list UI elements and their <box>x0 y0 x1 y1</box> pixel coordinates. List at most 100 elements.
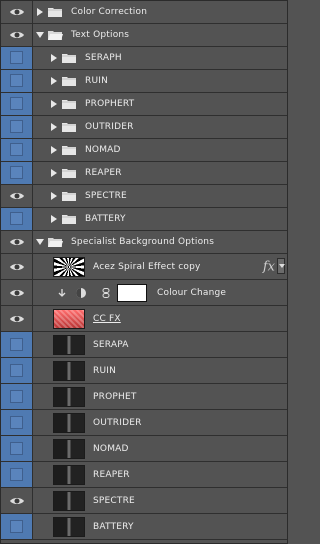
visibility-toggle[interactable] <box>1 1 33 23</box>
layer-thumbnail[interactable] <box>53 491 85 511</box>
collapse-arrow-icon[interactable] <box>35 7 45 17</box>
expand-arrow-icon[interactable] <box>35 30 45 40</box>
visibility-toggle[interactable] <box>1 24 33 46</box>
layer-group-row[interactable]: Specialist Background Options <box>1 231 287 254</box>
layer-name[interactable]: Color Correction <box>71 7 147 17</box>
layer-group-row[interactable]: PROPHERT <box>1 93 287 116</box>
visibility-empty-box[interactable] <box>10 212 23 225</box>
visibility-toggle[interactable] <box>1 306 33 331</box>
layer-row[interactable]: SPECTRE <box>1 488 287 514</box>
visibility-empty-box[interactable] <box>10 415 23 429</box>
visibility-empty-box[interactable] <box>10 441 23 455</box>
eye-icon[interactable] <box>9 7 25 17</box>
collapse-arrow-icon[interactable] <box>49 214 59 224</box>
visibility-toggle[interactable] <box>1 332 33 357</box>
layer-mask-thumbnail[interactable] <box>117 284 147 302</box>
visibility-toggle[interactable] <box>1 514 33 539</box>
layer-group-row[interactable]: SPECTRE <box>1 185 287 208</box>
visibility-empty-box[interactable] <box>10 467 23 481</box>
layer-row[interactable]: NOMAD <box>1 436 287 462</box>
link-icon[interactable] <box>101 287 111 298</box>
layer-group-row[interactable]: Color Correction <box>1 1 287 24</box>
adjustment-layer-row[interactable]: Colour Change <box>1 280 287 306</box>
visibility-toggle[interactable] <box>1 436 33 461</box>
visibility-toggle[interactable] <box>1 462 33 487</box>
eye-icon[interactable] <box>9 262 25 272</box>
layer-name[interactable]: Specialist Background Options <box>71 237 214 247</box>
layer-thumbnail[interactable] <box>53 413 85 433</box>
layer-name[interactable]: BATTERY <box>93 522 134 532</box>
layer-group-row[interactable]: REAPER <box>1 162 287 185</box>
eye-icon[interactable] <box>9 237 25 247</box>
visibility-toggle[interactable] <box>1 384 33 409</box>
collapse-arrow-icon[interactable] <box>49 76 59 86</box>
visibility-empty-box[interactable] <box>10 389 23 403</box>
layer-thumbnail[interactable] <box>53 257 85 277</box>
visibility-empty-box[interactable] <box>10 97 23 110</box>
layer-thumbnail[interactable] <box>53 387 85 407</box>
layer-row[interactable]: Acez Spiral Effect copy fx <box>1 254 287 280</box>
visibility-toggle[interactable] <box>1 185 33 207</box>
layer-name[interactable]: REAPER <box>85 168 122 178</box>
layer-name[interactable]: Acez Spiral Effect copy <box>93 262 201 272</box>
layer-row[interactable]: OUTRIDER <box>1 410 287 436</box>
layer-name[interactable]: SERAPA <box>93 340 129 350</box>
layer-thumbnail[interactable] <box>53 361 85 381</box>
fx-icon[interactable]: fx <box>263 259 275 274</box>
layer-row[interactable]: BATTERY <box>1 514 287 540</box>
layer-name[interactable]: CC FX <box>93 314 121 324</box>
visibility-empty-box[interactable] <box>10 363 23 377</box>
layer-name[interactable]: REAPER <box>93 470 130 480</box>
eye-icon[interactable] <box>9 30 25 40</box>
eye-icon[interactable] <box>9 288 25 298</box>
layer-row[interactable]: SERAPA <box>1 332 287 358</box>
layer-name[interactable]: Text Options <box>71 30 129 40</box>
visibility-toggle[interactable] <box>1 162 33 184</box>
layer-name[interactable]: RUIN <box>93 366 116 376</box>
layer-thumbnail[interactable] <box>53 335 85 355</box>
layer-group-row[interactable]: Text Options <box>1 24 287 47</box>
visibility-empty-box[interactable] <box>10 143 23 156</box>
layer-row[interactable]: CC FX <box>1 306 287 332</box>
visibility-toggle[interactable] <box>1 231 33 253</box>
eye-icon[interactable] <box>9 496 25 506</box>
visibility-empty-box[interactable] <box>10 74 23 87</box>
layer-row[interactable]: PROPHET <box>1 384 287 410</box>
visibility-toggle[interactable] <box>1 488 33 513</box>
collapse-arrow-icon[interactable] <box>49 191 59 201</box>
layer-name[interactable]: NOMAD <box>93 444 129 454</box>
layer-thumbnail[interactable] <box>53 465 85 485</box>
layer-group-row[interactable]: RUIN <box>1 70 287 93</box>
visibility-empty-box[interactable] <box>10 166 23 179</box>
fx-expand-button[interactable] <box>277 258 285 274</box>
layer-row[interactable]: REAPER <box>1 462 287 488</box>
visibility-toggle[interactable] <box>1 70 33 92</box>
layer-name[interactable]: BATTERY <box>85 214 126 224</box>
expand-arrow-icon[interactable] <box>35 237 45 247</box>
layer-thumbnail[interactable] <box>53 309 85 329</box>
collapse-arrow-icon[interactable] <box>49 168 59 178</box>
layer-name[interactable]: SPECTRE <box>93 496 135 506</box>
layer-name[interactable]: NOMAD <box>85 145 121 155</box>
visibility-toggle[interactable] <box>1 116 33 138</box>
layer-group-row[interactable]: NOMAD <box>1 139 287 162</box>
layer-name[interactable]: PROPHERT <box>85 99 134 109</box>
layer-group-row[interactable]: OUTRIDER <box>1 116 287 139</box>
layer-thumbnail[interactable] <box>53 439 85 459</box>
visibility-toggle[interactable] <box>1 254 33 279</box>
eye-icon[interactable] <box>9 314 25 324</box>
visibility-toggle[interactable] <box>1 93 33 115</box>
collapse-arrow-icon[interactable] <box>49 122 59 132</box>
layer-name[interactable]: OUTRIDER <box>93 418 142 428</box>
layer-group-row[interactable]: SERAPH <box>1 47 287 70</box>
collapse-arrow-icon[interactable] <box>49 145 59 155</box>
layer-name[interactable]: SERAPH <box>85 53 122 63</box>
visibility-empty-box[interactable] <box>10 337 23 351</box>
layer-name[interactable]: OUTRIDER <box>85 122 134 132</box>
layer-name[interactable]: RUIN <box>85 76 108 86</box>
layer-group-row[interactable]: BATTERY <box>1 208 287 231</box>
visibility-empty-box[interactable] <box>10 519 23 533</box>
collapse-arrow-icon[interactable] <box>49 99 59 109</box>
visibility-toggle[interactable] <box>1 280 33 305</box>
visibility-toggle[interactable] <box>1 47 33 69</box>
